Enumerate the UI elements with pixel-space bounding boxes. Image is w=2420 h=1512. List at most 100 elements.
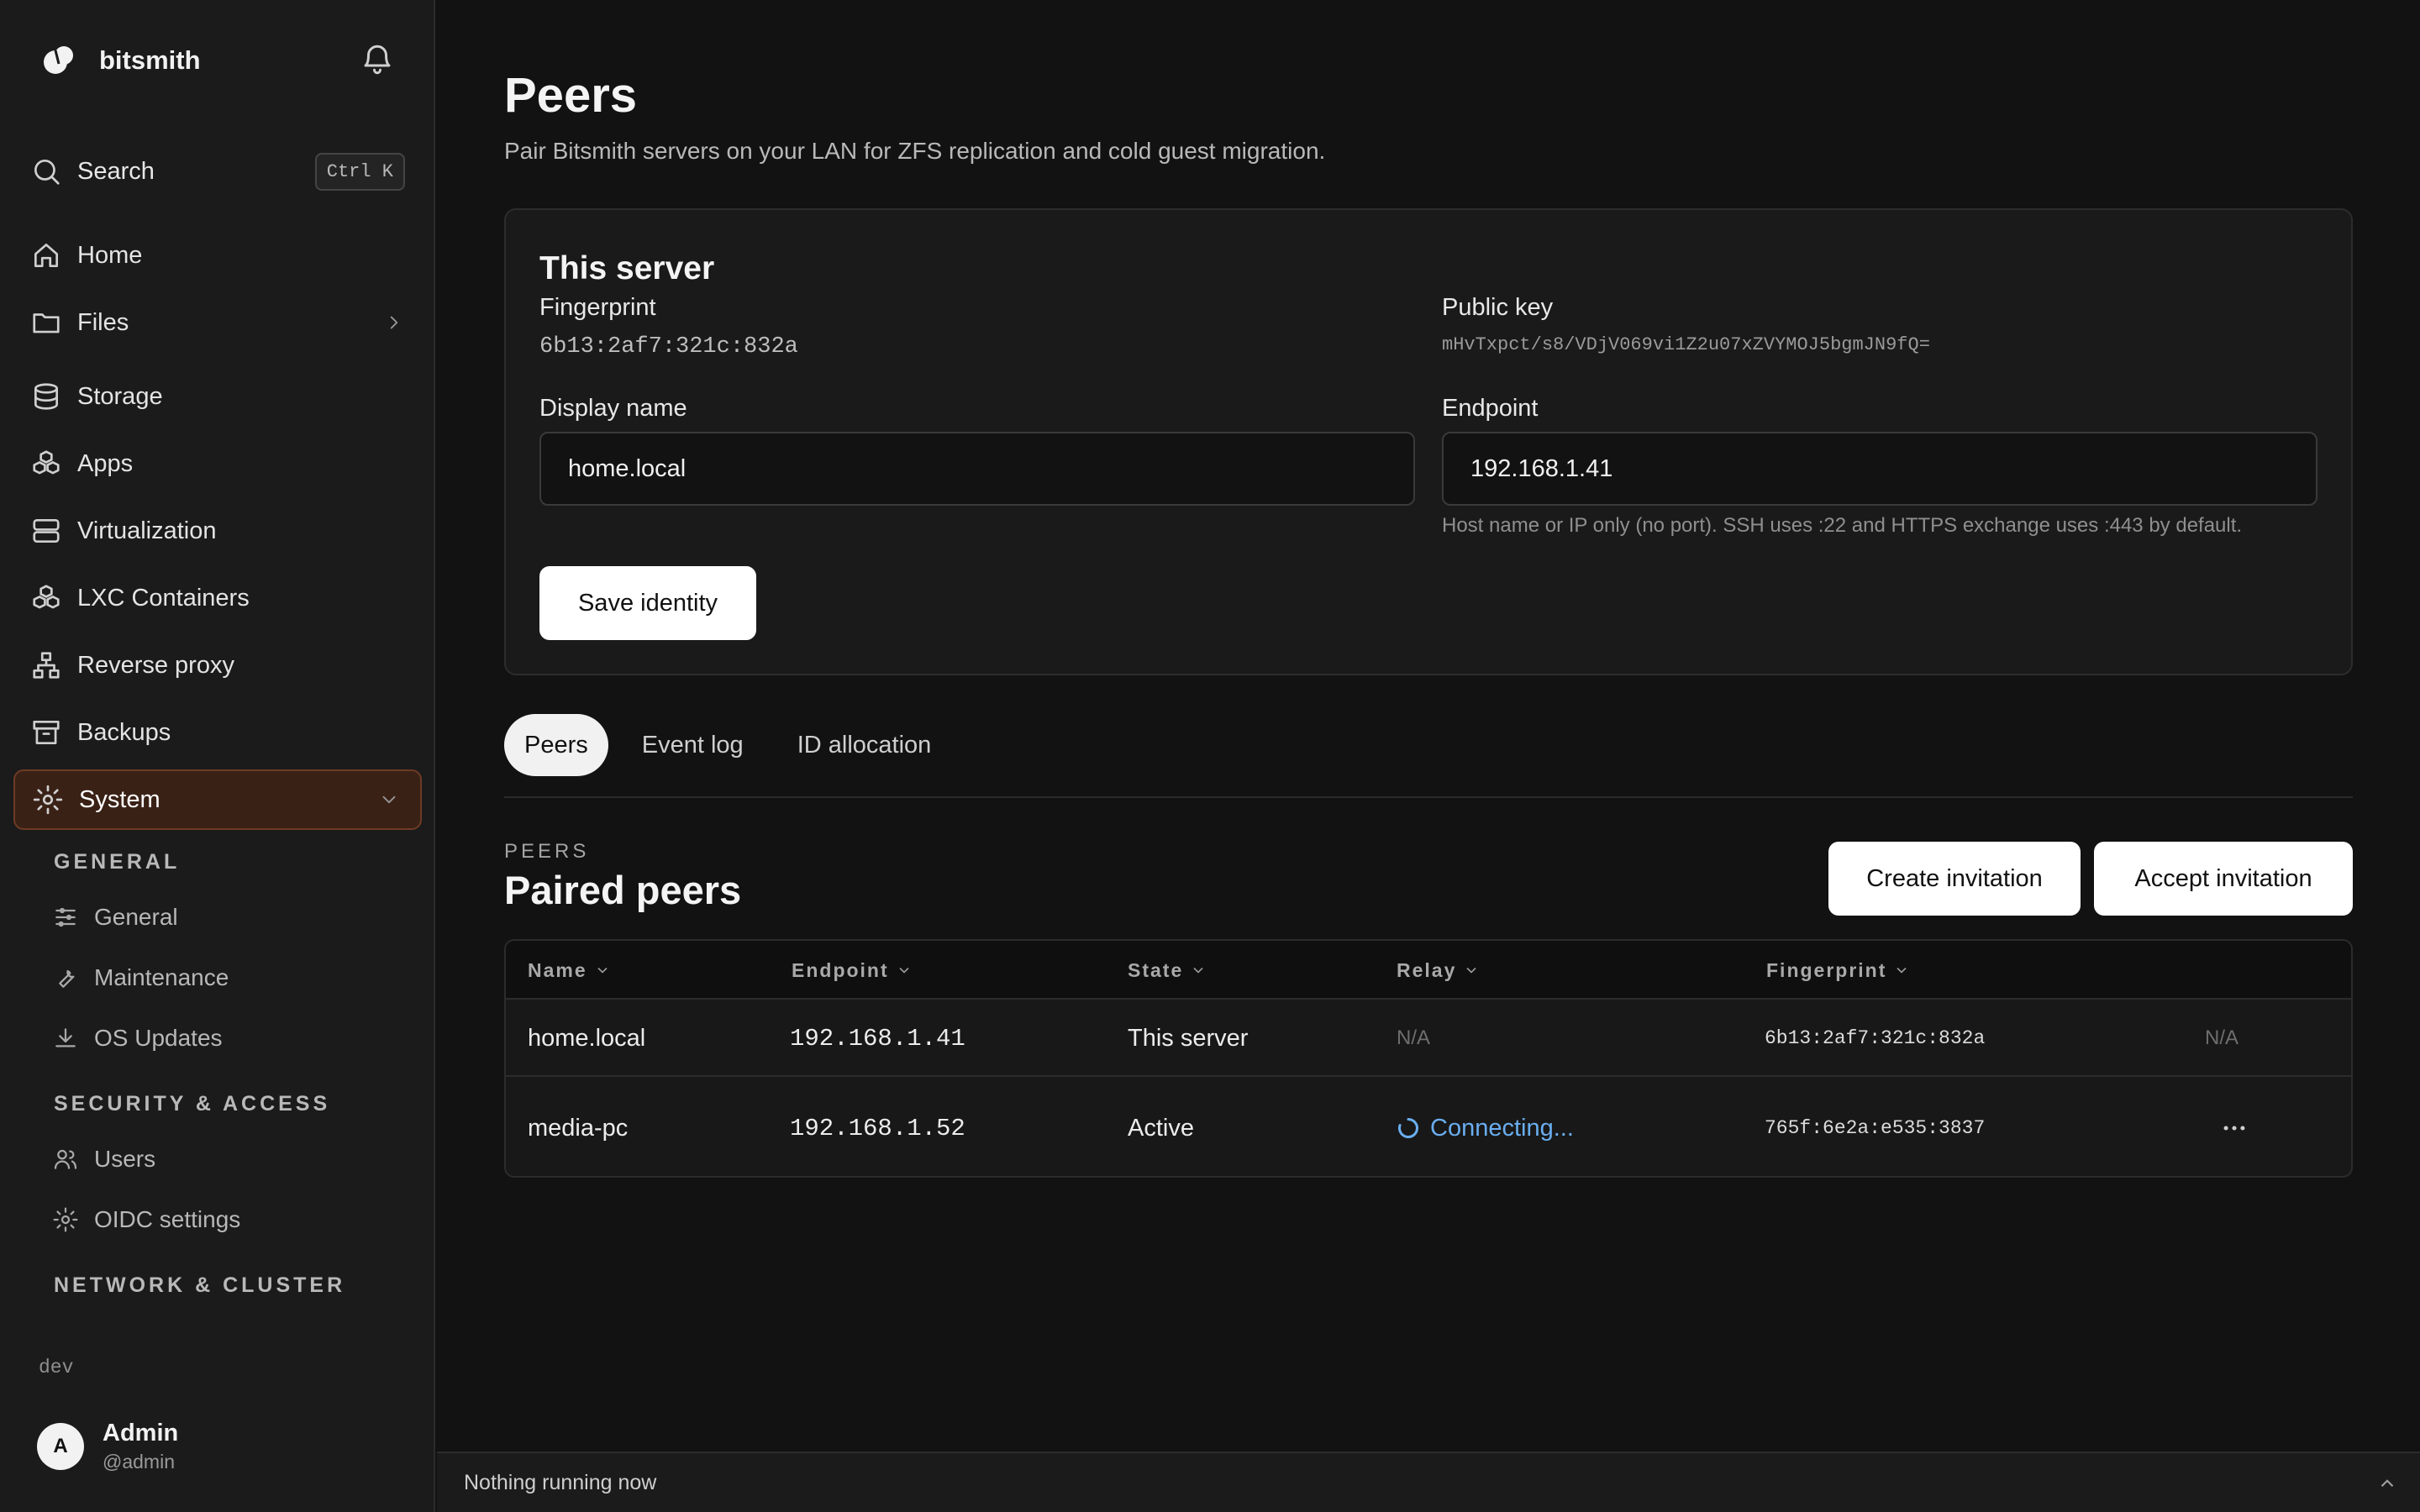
archive-icon [30, 717, 62, 748]
nav-storage[interactable]: Storage [30, 370, 405, 423]
create-invitation-button[interactable]: Create invitation [1828, 842, 2081, 916]
cell-endpoint: 192.168.1.52 [790, 1114, 965, 1142]
download-icon [52, 1025, 79, 1052]
column-fingerprint[interactable]: Fingerprint [1766, 941, 1910, 1000]
more-actions-button[interactable] [2220, 1079, 2249, 1176]
relay-status: Connecting... [1430, 1114, 1574, 1142]
column-endpoint-label: Endpoint [792, 958, 889, 981]
cell-name: home.local [528, 1024, 646, 1052]
bell-icon[interactable] [360, 42, 395, 77]
nav-files[interactable]: Files [30, 296, 405, 349]
folder-icon [30, 307, 62, 339]
users-icon [52, 1146, 79, 1173]
network-heading: NETWORK & CLUSTER [54, 1273, 346, 1297]
containers-icon [30, 582, 62, 614]
save-identity-button[interactable]: Save identity [539, 566, 756, 640]
tab-peers[interactable]: Peers [504, 714, 608, 776]
public-key-label: Public key [1442, 294, 1554, 321]
sub-users[interactable]: Users [52, 1136, 155, 1183]
display-name-value: home.local [568, 454, 687, 482]
sidebar: bitsmith Search Ctrl K Home Files Storag… [0, 0, 435, 1512]
column-relay-label: Relay [1397, 958, 1457, 981]
search-shortcut: Ctrl K [314, 152, 405, 191]
nav-system[interactable]: System [13, 769, 422, 830]
sub-oidc[interactable]: OIDC settings [52, 1196, 240, 1243]
nav-home-label: Home [77, 241, 143, 269]
cell-endpoint: 192.168.1.41 [790, 1024, 965, 1053]
endpoint-input[interactable]: 192.168.1.41 [1442, 432, 2317, 506]
nav-apps[interactable]: Apps [30, 437, 405, 491]
display-name-label: Display name [539, 395, 687, 422]
sub-os-updates-label: OS Updates [94, 1025, 223, 1051]
peers-table: Name Endpoint State Relay Fingerprint ho… [504, 939, 2353, 1178]
spinner-icon [1397, 1116, 1420, 1140]
cell-fingerprint: 6b13:2af7:321c:832a [1765, 1027, 1986, 1049]
nav-reverse-proxy[interactable]: Reverse proxy [30, 638, 405, 692]
user-name: Admin [103, 1420, 179, 1446]
column-state[interactable]: State [1128, 941, 1207, 1000]
sub-general[interactable]: General [52, 894, 178, 941]
sub-maintenance-label: Maintenance [94, 964, 229, 990]
cell-state: This server [1128, 1024, 1249, 1052]
page-title: Peers [504, 68, 638, 123]
table-row[interactable]: media-pc 192.168.1.52 Active Connecting.… [506, 1079, 2351, 1176]
bitsmith-logo-icon [37, 39, 81, 82]
search-icon [30, 155, 62, 187]
table-header: Name Endpoint State Relay Fingerprint [506, 941, 2351, 1000]
avatar: A [37, 1423, 84, 1470]
search-button[interactable]: Search Ctrl K [30, 148, 405, 195]
tab-id-allocation[interactable]: ID allocation [777, 714, 952, 776]
nav-system-label: System [79, 785, 160, 813]
column-state-label: State [1128, 958, 1184, 981]
general-heading: GENERAL [54, 850, 181, 874]
column-name[interactable]: Name [528, 941, 611, 1000]
app-name: bitsmith [99, 45, 201, 75]
search-label: Search [77, 157, 155, 185]
endpoint-value: 192.168.1.41 [1470, 454, 1613, 482]
nav-virtualization-label: Virtualization [77, 517, 217, 544]
environment-label: dev [39, 1357, 74, 1378]
sub-general-label: General [94, 904, 178, 930]
network-icon [30, 649, 62, 681]
column-name-label: Name [528, 958, 587, 981]
nav-reverse-proxy-label: Reverse proxy [77, 651, 234, 679]
public-key-value: mHvTxpct/s8/VDjV069vi1Z2u07xZVYMOJ5bgmJN… [1442, 334, 1930, 355]
home-icon [30, 239, 62, 271]
sub-oidc-label: OIDC settings [94, 1206, 241, 1232]
display-name-input[interactable]: home.local [539, 432, 1415, 506]
chevron-up-icon[interactable] [2376, 1473, 2398, 1494]
cog-icon [52, 1206, 79, 1233]
tab-event-log[interactable]: Event log [622, 714, 764, 776]
chevron-down-icon [1893, 962, 1910, 979]
brand[interactable]: bitsmith [37, 37, 201, 84]
cell-state: Active [1128, 1114, 1194, 1142]
fingerprint-label: Fingerprint [539, 294, 656, 321]
task-status-bar[interactable]: Nothing running now [437, 1452, 2420, 1512]
sub-os-updates[interactable]: OS Updates [52, 1015, 223, 1062]
column-relay[interactable]: Relay [1397, 941, 1480, 1000]
accept-invitation-button[interactable]: Accept invitation [2094, 842, 2353, 916]
user-menu[interactable]: A Admin @admin [37, 1420, 178, 1473]
column-endpoint[interactable]: Endpoint [792, 941, 913, 1000]
nav-lxc-label: LXC Containers [77, 584, 250, 612]
table-row[interactable]: home.local 192.168.1.41 This server N/A … [506, 1001, 2351, 1077]
chevron-down-icon [378, 789, 400, 811]
endpoint-label: Endpoint [1442, 395, 1539, 422]
column-fingerprint-label: Fingerprint [1766, 958, 1887, 981]
nav-virtualization[interactable]: Virtualization [30, 504, 405, 558]
peers-eyebrow: PEERS [504, 840, 590, 863]
nav-lxc[interactable]: LXC Containers [30, 571, 405, 625]
this-server-card: This server Fingerprint 6b13:2af7:321c:8… [504, 208, 2353, 675]
nav-apps-label: Apps [77, 449, 134, 477]
wrench-icon [52, 964, 79, 991]
sub-maintenance[interactable]: Maintenance [52, 954, 229, 1001]
cell-name: media-pc [528, 1114, 629, 1142]
boxes-icon [30, 448, 62, 480]
fingerprint-value: 6b13:2af7:321c:832a [539, 334, 798, 360]
nav-home[interactable]: Home [30, 228, 405, 282]
cell-relay: N/A [1397, 1026, 1431, 1049]
task-status-text: Nothing running now [464, 1470, 657, 1494]
chevron-down-icon [594, 962, 611, 979]
nav-backups[interactable]: Backups [30, 706, 405, 759]
server-icon [30, 515, 62, 547]
